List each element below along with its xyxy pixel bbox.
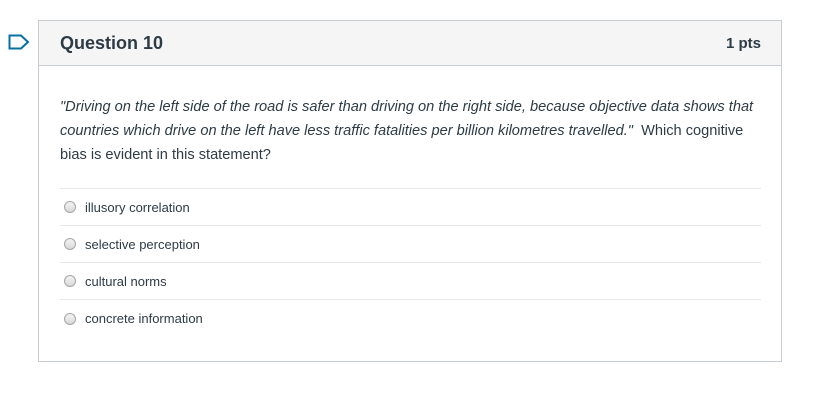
question-title: Question 10 xyxy=(60,32,164,53)
answer-label[interactable]: cultural norms xyxy=(85,274,167,289)
answer-option[interactable]: cultural norms xyxy=(60,263,761,300)
question-points: 1 pts xyxy=(725,34,761,52)
answer-list: illusory correlation selective perceptio… xyxy=(60,188,761,337)
radio-button[interactable] xyxy=(64,201,76,213)
radio-button[interactable] xyxy=(64,275,76,287)
answer-option[interactable]: concrete information xyxy=(60,300,761,337)
question-body: "Driving on the left side of the road is… xyxy=(39,66,781,337)
radio-button[interactable] xyxy=(64,312,76,325)
radio-button[interactable] xyxy=(64,238,76,250)
answer-option[interactable]: selective perception xyxy=(60,226,761,263)
question-text: "Driving on the left side of the road is… xyxy=(60,95,761,167)
bookmark-flag-icon[interactable] xyxy=(8,34,30,50)
question-card: Question 10 1 pts "Driving on the left s… xyxy=(38,20,782,362)
question-header: Question 10 1 pts xyxy=(39,21,781,66)
answer-option[interactable]: illusory correlation xyxy=(60,189,761,226)
answer-label[interactable]: concrete information xyxy=(85,311,203,326)
answer-label[interactable]: selective perception xyxy=(85,237,200,252)
answer-label[interactable]: illusory correlation xyxy=(85,200,190,215)
